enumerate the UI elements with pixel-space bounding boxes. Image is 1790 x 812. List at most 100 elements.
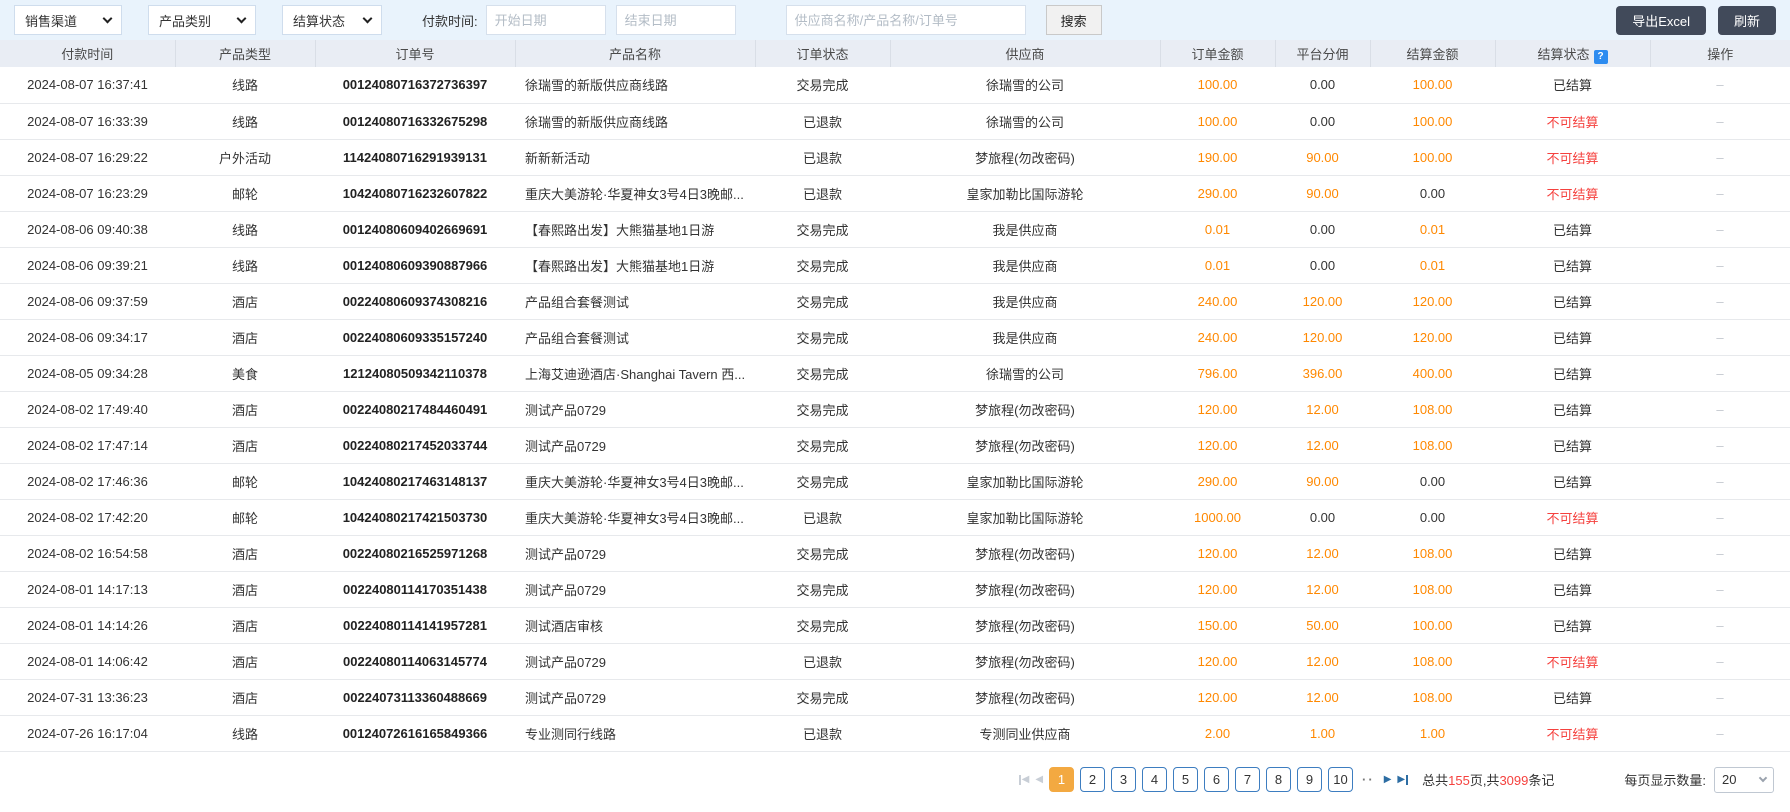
- column-header-10: 操作: [1649, 40, 1790, 67]
- cell-order_amount: 2.00: [1160, 715, 1275, 752]
- column-header-4: 订单状态: [754, 40, 890, 67]
- cell-settlement_status: 不可结算: [1495, 499, 1650, 536]
- cell-order_status: 交易完成: [755, 391, 890, 428]
- table-row: 2024-08-06 09:37:59 酒店 0022408060937430821…: [0, 283, 1790, 320]
- pagination-first-button[interactable]: ◀: [1018, 774, 1029, 785]
- payment-time-label: 付款时间:: [422, 13, 478, 29]
- pagination-next-button[interactable]: ▶: [1384, 774, 1392, 785]
- cell-product_name: 徐瑞雪的新版供应商线路: [515, 103, 755, 140]
- cell-payment_time: 2024-08-07 16:29:22: [0, 139, 175, 176]
- cell-order_amount: 796.00: [1160, 355, 1275, 392]
- cell-product_type: 美食: [175, 355, 315, 392]
- table-row: 2024-08-02 17:47:14 酒店 0022408021745203374…: [0, 427, 1790, 464]
- cell-commission: 12.00: [1275, 427, 1370, 464]
- page-button-6[interactable]: 6: [1204, 767, 1230, 793]
- cell-product_name: 产品组合套餐测试: [515, 283, 755, 320]
- cell-product_name: 重庆大美游轮·华夏神女3号4日3晚邮...: [515, 175, 755, 212]
- settlement-status-select[interactable]: 结算状态: [282, 5, 382, 35]
- table-row: 2024-08-07 16:37:41 线路 0012408071637273639…: [0, 67, 1790, 104]
- sales-channel-select[interactable]: 销售渠道: [14, 5, 122, 35]
- cell-order_no: 00224080114141957281: [315, 607, 515, 644]
- end-date-input[interactable]: [615, 5, 736, 35]
- cell-commission: 0.00: [1275, 499, 1370, 536]
- page-button-7[interactable]: 7: [1235, 767, 1261, 793]
- cell-order_status: 交易完成: [755, 67, 890, 104]
- cell-order_status: 已退款: [755, 643, 890, 680]
- cell-payment_time: 2024-08-02 17:42:20: [0, 499, 175, 536]
- cell-settlement_status: 已结算: [1495, 427, 1650, 464]
- start-date-input[interactable]: [485, 5, 606, 35]
- cell-payment_time: 2024-07-26 16:17:04: [0, 715, 175, 752]
- page-button-10[interactable]: 10: [1328, 767, 1354, 793]
- page-size-label: 每页显示数量:: [1624, 773, 1706, 789]
- cell-order_amount: 120.00: [1160, 643, 1275, 680]
- cell-commission: 12.00: [1275, 643, 1370, 680]
- pagination-prev-button[interactable]: ◀: [1035, 774, 1043, 785]
- refresh-button[interactable]: 刷新: [1717, 5, 1776, 35]
- cell-action: –: [1650, 175, 1790, 212]
- search-button[interactable]: 搜索: [1045, 5, 1102, 35]
- cell-order_amount: 190.00: [1160, 139, 1275, 176]
- keyword-search-input[interactable]: [785, 5, 1026, 35]
- cell-order_no: 00124080609390887966: [315, 247, 515, 284]
- cell-settlement_amount: 120.00: [1370, 319, 1495, 356]
- cell-settlement_status: 已结算: [1495, 607, 1650, 644]
- cell-order_status: 交易完成: [755, 211, 890, 248]
- cell-supplier: 徐瑞雪的公司: [890, 355, 1160, 392]
- cell-order_amount: 120.00: [1160, 679, 1275, 716]
- cell-product_type: 邮轮: [175, 463, 315, 500]
- cell-settlement_amount: 100.00: [1370, 607, 1495, 644]
- cell-commission: 50.00: [1275, 607, 1370, 644]
- page-button-3[interactable]: 3: [1111, 767, 1137, 793]
- table-footer: ◀ ◀ 1 2 3 4 5 6 7 8 9 10 ·· ▶ ▶ 总共155页,共3099条记 每页…: [0, 751, 1790, 812]
- cell-commission: 396.00: [1275, 355, 1370, 392]
- cell-product_name: 重庆大美游轮·华夏神女3号4日3晚邮...: [515, 463, 755, 500]
- cell-product_type: 户外活动: [175, 139, 315, 176]
- cell-settlement_amount: 0.00: [1370, 463, 1495, 500]
- page-button-9[interactable]: 9: [1297, 767, 1323, 793]
- column-header-9: 结算状态?: [1494, 40, 1650, 67]
- settlement-table: 付款时间 产品类型 订单号 产品名称 订单状态 供应商 订单金额 平台分佣 结算金额 结算状态? 操…: [0, 40, 1790, 752]
- cell-order_no: 10424080217463148137: [315, 463, 515, 500]
- table-row: 2024-08-01 14:06:42 酒店 0022408011406314577…: [0, 643, 1790, 680]
- cell-product_type: 酒店: [175, 427, 315, 464]
- total-records-value: 3099: [1499, 773, 1529, 789]
- pagination: ◀ ◀ 1 2 3 4 5 6 7 8 9 10 ·· ▶ ▶ 总共155页,共3099条记: [1015, 767, 1554, 793]
- cell-settlement_amount: 1.00: [1370, 715, 1495, 752]
- cell-order_no: 00124080716372736397: [315, 67, 515, 104]
- column-header-5: 供应商: [889, 40, 1160, 67]
- cell-order_amount: 100.00: [1160, 103, 1275, 140]
- help-icon[interactable]: ?: [1593, 49, 1608, 64]
- table-row: 2024-07-26 16:17:04 线路 0012407261616584936…: [0, 715, 1790, 752]
- cell-product_name: 产品组合套餐测试: [515, 319, 755, 356]
- pagination-last-button[interactable]: ▶: [1397, 774, 1409, 785]
- cell-supplier: 我是供应商: [890, 319, 1160, 356]
- export-excel-button[interactable]: 导出Excel: [1616, 5, 1706, 35]
- page-size-control: 每页显示数量: 20: [1624, 766, 1774, 793]
- cell-payment_time: 2024-08-05 09:34:28: [0, 355, 175, 392]
- cell-settlement_status: 已结算: [1495, 247, 1650, 284]
- cell-order_no: 00224080217484460491: [315, 391, 515, 428]
- page-button-4[interactable]: 4: [1142, 767, 1168, 793]
- cell-payment_time: 2024-07-31 13:36:23: [0, 679, 175, 716]
- cell-order_status: 交易完成: [755, 571, 890, 608]
- cell-supplier: 梦旅程(勿改密码): [890, 643, 1160, 680]
- cell-order_status: 已退款: [755, 715, 890, 752]
- page-size-select[interactable]: 20: [1714, 766, 1774, 793]
- cell-order_no: 00224080114063145774: [315, 643, 515, 680]
- cell-action: –: [1650, 67, 1790, 104]
- page-button-5[interactable]: 5: [1173, 767, 1199, 793]
- cell-settlement_status: 已结算: [1495, 211, 1650, 248]
- table-row: 2024-08-07 16:29:22 户外活动 11424080716291939…: [0, 139, 1790, 176]
- cell-settlement_amount: 0.00: [1370, 499, 1495, 536]
- page-button-1[interactable]: 1: [1049, 767, 1075, 793]
- cell-settlement_status: 已结算: [1495, 463, 1650, 500]
- page-button-8[interactable]: 8: [1266, 767, 1292, 793]
- chevron-down-icon: [1758, 774, 1768, 783]
- cell-commission: 12.00: [1275, 571, 1370, 608]
- pagination-ellipsis[interactable]: ··: [1362, 772, 1375, 787]
- cell-action: –: [1650, 319, 1790, 356]
- product-category-select[interactable]: 产品类别: [148, 5, 256, 35]
- cell-supplier: 梦旅程(勿改密码): [890, 679, 1160, 716]
- page-button-2[interactable]: 2: [1080, 767, 1106, 793]
